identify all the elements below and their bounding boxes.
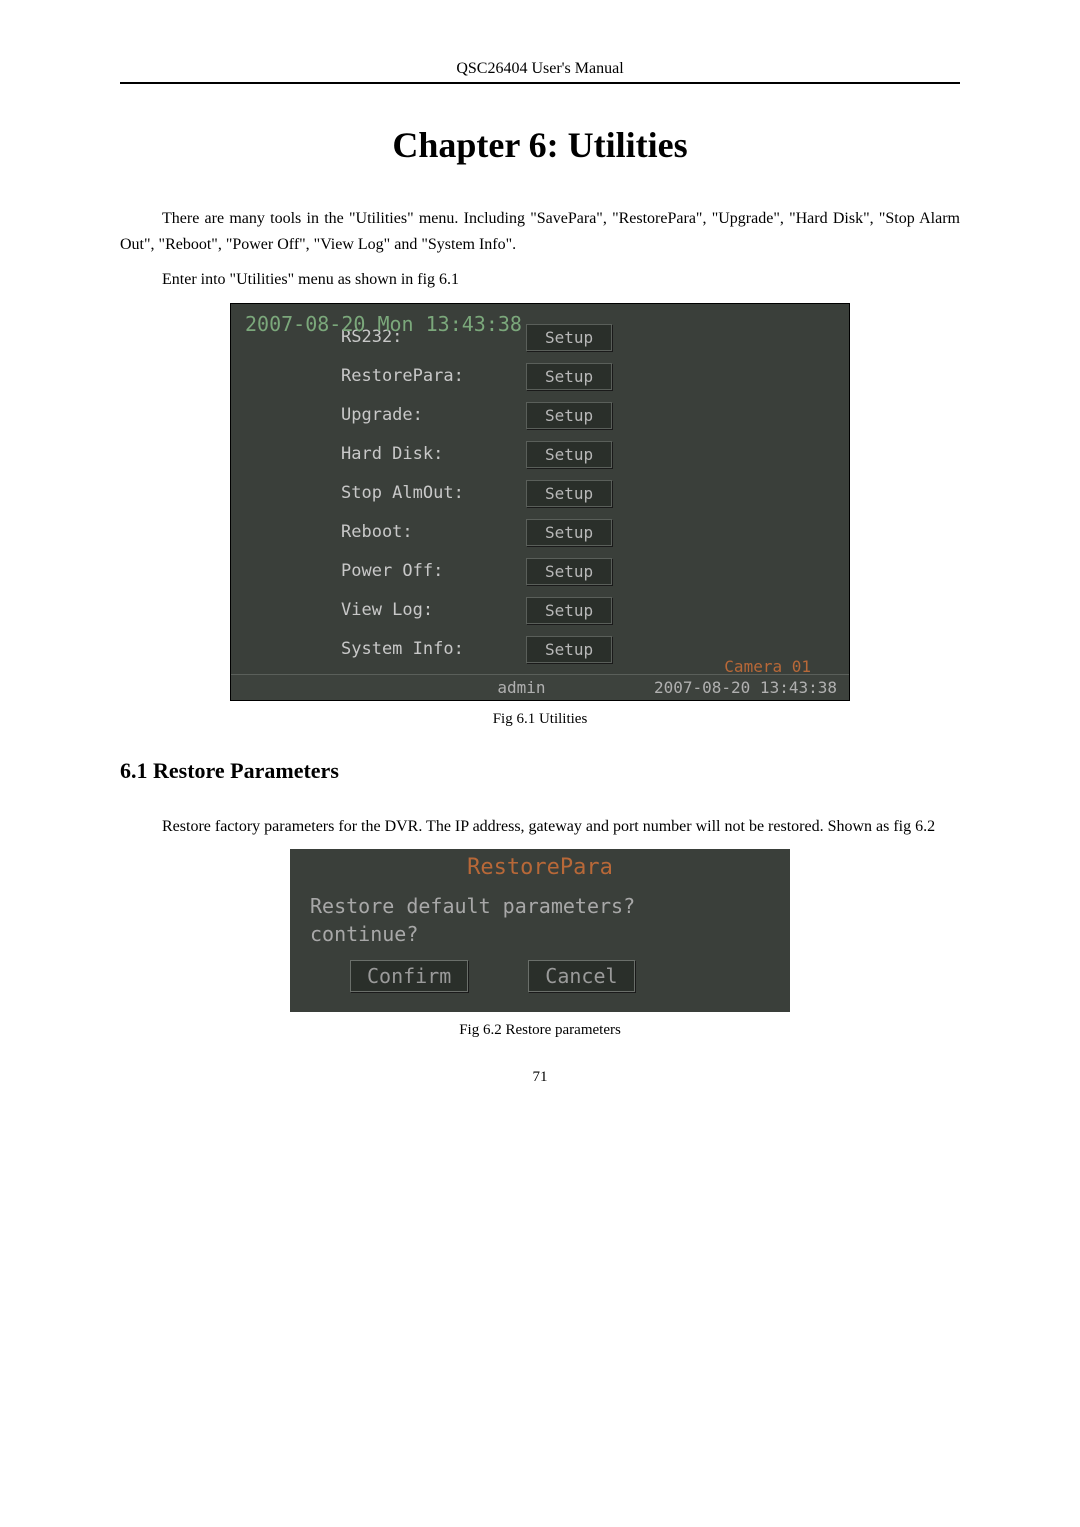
menu-label: Reboot: xyxy=(341,522,526,542)
setup-button-poweroff[interactable]: Setup xyxy=(526,558,612,585)
menu-row-stopalmout: Stop AlmOut: Setup xyxy=(341,474,849,513)
page-header: QSC26404 User's Manual xyxy=(120,60,960,78)
dialog-title: RestorePara xyxy=(290,849,790,886)
fig-6-2-dialog: RestorePara Restore default parameters? … xyxy=(290,849,790,1012)
section-6-1-paragraph: Restore factory parameters for the DVR. … xyxy=(120,814,960,840)
menu-row-upgrade: Upgrade: Setup xyxy=(341,396,849,435)
menu-label: View Log: xyxy=(341,600,526,620)
header-divider xyxy=(120,82,960,84)
menu-label: Hard Disk: xyxy=(341,444,526,464)
menu-label: Upgrade: xyxy=(341,405,526,425)
menu-label: System Info: xyxy=(341,639,526,659)
datetime-overlay: 2007-08-20 Mon 13:43:38 xyxy=(245,312,522,336)
status-user: admin xyxy=(429,678,615,697)
setup-button-reboot[interactable]: Setup xyxy=(526,519,612,546)
section-6-1-heading: 6.1 Restore Parameters xyxy=(120,758,960,784)
fig-6-1-caption: Fig 6.1 Utilities xyxy=(120,711,960,728)
menu-label: Power Off: xyxy=(341,561,526,581)
dialog-message-2: continue? xyxy=(310,922,770,946)
intro-paragraph-2: Enter into "Utilities" menu as shown in … xyxy=(120,267,960,293)
menu-row-reboot: Reboot: Setup xyxy=(341,513,849,552)
status-timestamp: 2007-08-20 13:43:38 xyxy=(614,678,837,697)
status-left xyxy=(243,678,429,697)
menu-row-viewlog: View Log: Setup xyxy=(341,591,849,630)
camera-overlay: Camera 01 xyxy=(724,657,811,676)
setup-button-systeminfo[interactable]: Setup xyxy=(526,636,612,663)
setup-button-viewlog[interactable]: Setup xyxy=(526,597,612,624)
dialog-message-1: Restore default parameters? xyxy=(310,894,770,918)
intro-paragraph-1: There are many tools in the "Utilities" … xyxy=(120,206,960,257)
chapter-title: Chapter 6: Utilities xyxy=(120,124,960,166)
setup-button-stopalmout[interactable]: Setup xyxy=(526,480,612,507)
confirm-button[interactable]: Confirm xyxy=(350,960,468,992)
setup-button-harddisk[interactable]: Setup xyxy=(526,441,612,468)
setup-button-restorepara[interactable]: Setup xyxy=(526,363,612,390)
status-bar: admin 2007-08-20 13:43:38 Camera 01 xyxy=(231,674,849,700)
menu-label: Stop AlmOut: xyxy=(341,483,526,503)
fig-6-2-caption: Fig 6.2 Restore parameters xyxy=(120,1022,960,1039)
fig-6-1-screenshot: 2007-08-20 Mon 13:43:38 RS232: Setup Res… xyxy=(230,303,850,701)
page-number: 71 xyxy=(120,1069,960,1086)
menu-row-restorepara: RestorePara: Setup xyxy=(341,357,849,396)
cancel-button[interactable]: Cancel xyxy=(528,960,634,992)
menu-label: RestorePara: xyxy=(341,366,526,386)
setup-button-upgrade[interactable]: Setup xyxy=(526,402,612,429)
menu-row-harddisk: Hard Disk: Setup xyxy=(341,435,849,474)
setup-button-rs232[interactable]: Setup xyxy=(526,324,612,351)
menu-row-poweroff: Power Off: Setup xyxy=(341,552,849,591)
